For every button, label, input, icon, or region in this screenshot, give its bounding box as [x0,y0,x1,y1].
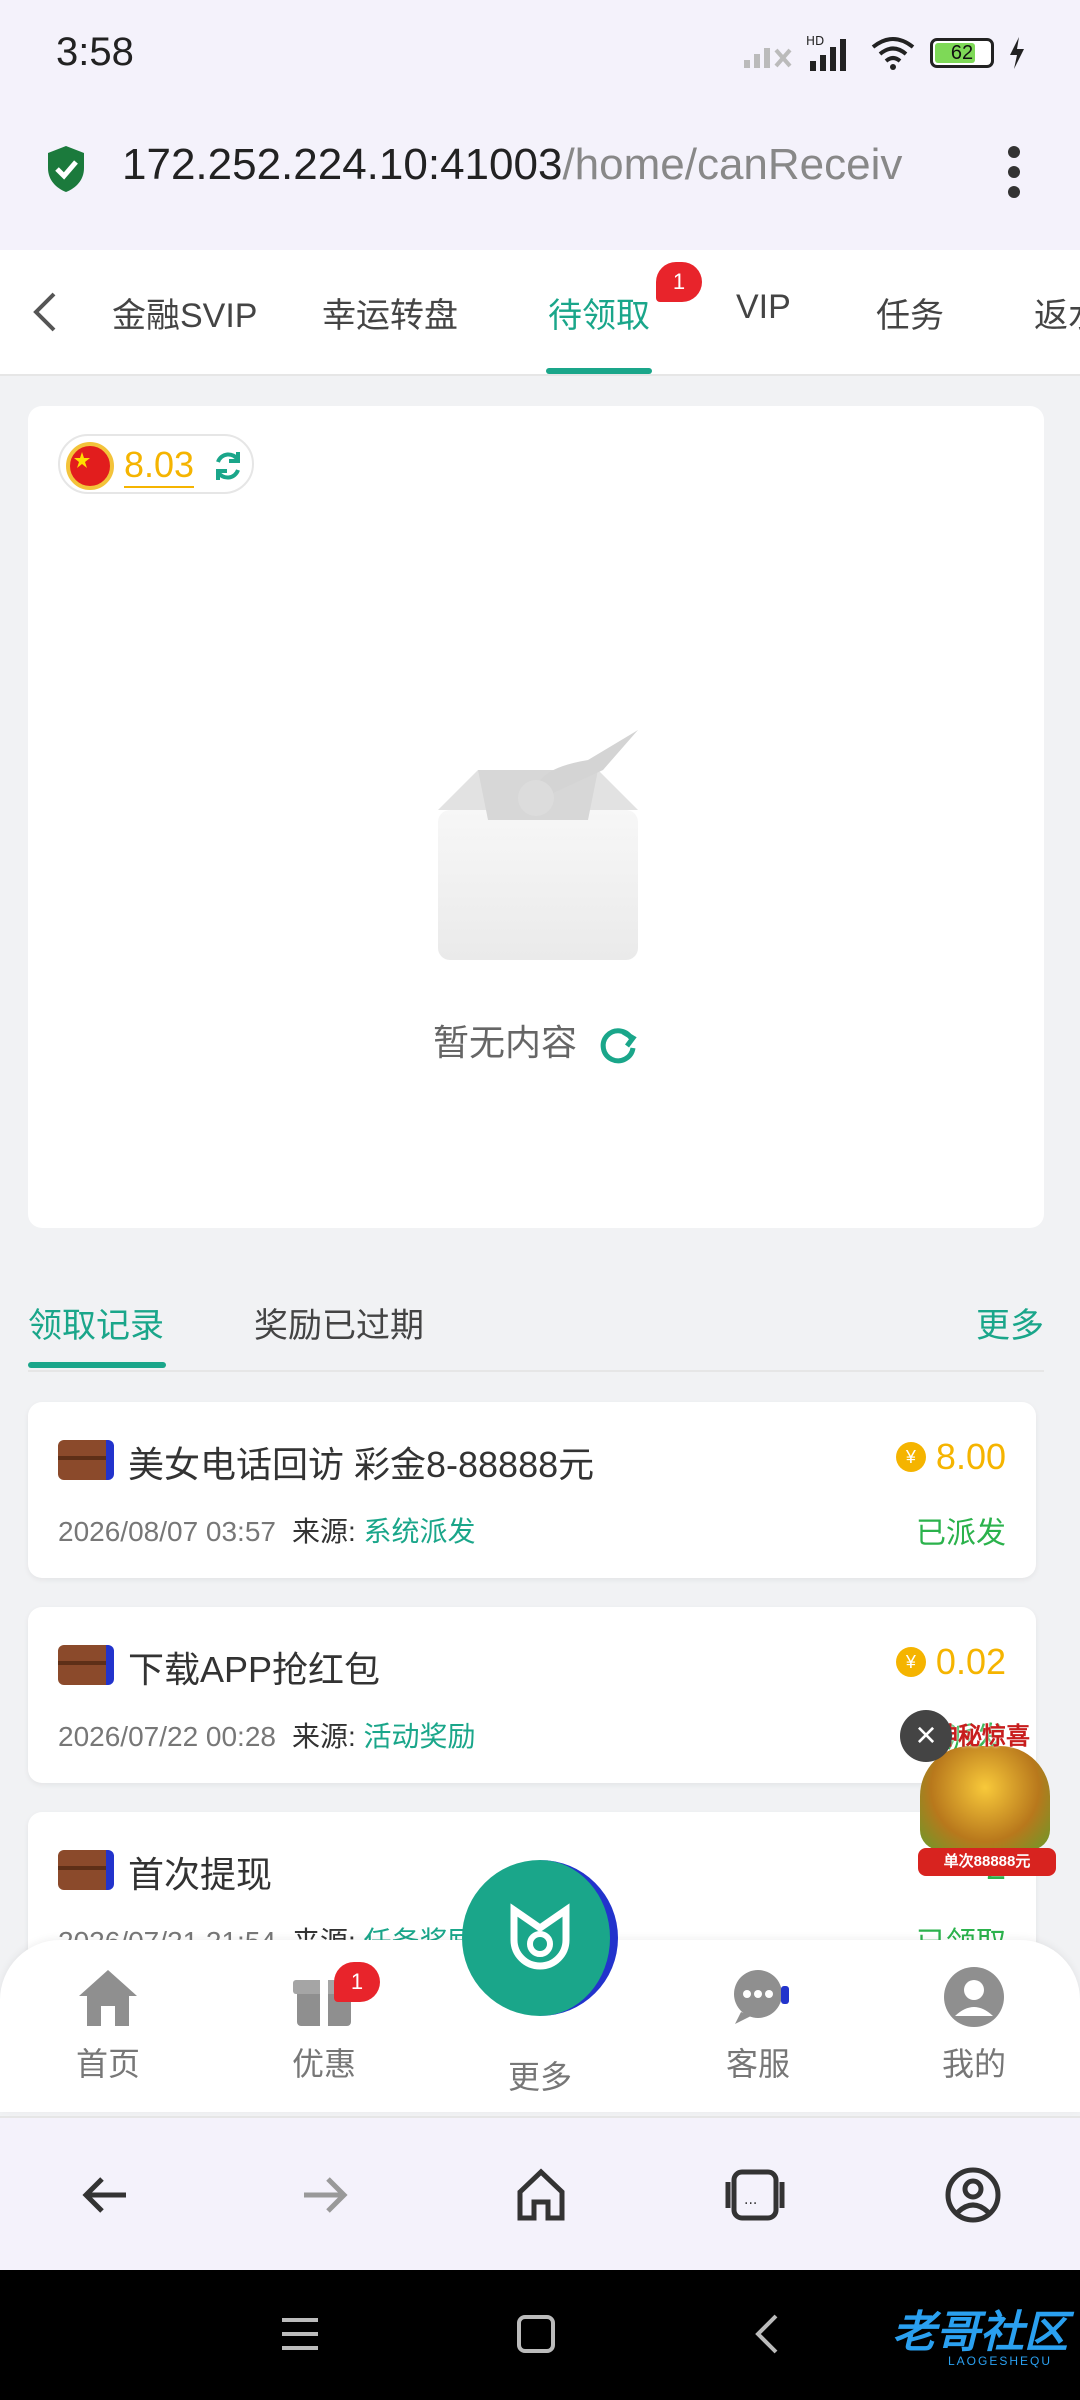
reload-icon[interactable] [597,1024,639,1066]
tab-rebate[interactable]: 返水 [1034,288,1080,337]
back-arrow-icon[interactable] [74,2162,140,2228]
treasure-chest-icon [58,1850,114,1890]
tulip-logo-icon [510,1903,570,1970]
record-source: 系统派发 [363,1516,476,1547]
browser-toolbar: ... [0,2116,1080,2270]
record-title: 下载APP抢红包 [128,1649,381,1690]
signal-off-icon [744,48,792,68]
forward-arrow-icon[interactable] [290,2162,356,2228]
record-item[interactable]: 下载APP抢红包 ¥0.02 2026/07/22 00:28 来源: 活动奖励 … [28,1607,1036,1783]
divider [28,1370,1044,1372]
nav-home[interactable]: 首页 [38,1964,178,2085]
tab-tasks[interactable]: 任务 [876,288,944,337]
record-source-label: 来源: [291,1721,356,1752]
url-path: /home/canReceiv [562,140,903,189]
record-meta: 2026/07/22 00:28 来源: 活动奖励 [58,1715,476,1755]
empty-box-icon [438,730,638,960]
nav-support[interactable]: 客服 [688,1964,828,2085]
more-center-button[interactable] [462,1860,618,2016]
records-header: 领取记录 奖励已过期 更多 [0,1262,1080,1372]
home-square-icon[interactable] [514,2312,558,2356]
balance-amount: 8.03 [124,444,195,488]
home-browser-icon[interactable] [508,2162,574,2228]
promo-float[interactable]: 神秘惊喜 单次88888元 × [900,1710,1060,1880]
nav-offers-badge: 1 [334,1962,380,2002]
status-bar: 3:58 HD 62 [0,0,1080,100]
nav-home-label: 首页 [75,2046,140,2082]
wifi-icon [871,37,915,70]
tab-expired-rewards[interactable]: 奖励已过期 [254,1298,424,1347]
empty-text: 暂无内容 [432,1022,577,1063]
tab-svip[interactable]: 金融SVIP [112,288,257,337]
system-back-icon[interactable] [752,2312,782,2356]
tab-lucky-wheel[interactable]: 幸运转盘 [322,288,458,337]
more-menu-icon[interactable] [1004,144,1024,200]
account-icon[interactable] [940,2162,1006,2228]
nav-profile[interactable]: 我的 [904,1964,1044,2085]
promo-close-button[interactable]: × [900,1710,952,1762]
watermark-subtitle: LAOGESHEQU [947,2354,1052,2368]
nav-more[interactable]: 更多 [470,2048,610,2098]
refresh-balance-icon[interactable] [210,448,246,484]
home-icon [79,1970,137,2026]
tab-pending[interactable]: 待领取 [548,288,650,337]
money-tree-icon [920,1746,1050,1850]
status-time: 3:58 [56,30,134,74]
coin-icon: ¥ [895,1442,926,1472]
tab-active-indicator [546,368,652,374]
signal-hd-icon: HD [806,34,846,71]
record-item[interactable]: 美女电话回访 彩金8-88888元 ¥8.00 2026/08/07 03:57… [28,1402,1036,1578]
record-date: 2026/08/07 03:57 [58,1516,276,1547]
tabs-switcher-icon[interactable]: ... [722,2162,788,2228]
battery-level: 62 [950,42,974,64]
recents-menu-icon[interactable] [278,2314,322,2354]
tabs-back-icon[interactable] [30,290,60,334]
svg-text:HD: HD [806,34,824,48]
url-host: 172.252.224.10:41003 [122,140,563,189]
record-amount: ¥0.02 [895,1641,1006,1683]
record-amount-value: 8.00 [935,1436,1006,1477]
watermark-logo: 老哥社区 [892,2308,1068,2357]
support-chat-icon [734,1970,789,2024]
charging-icon [1010,37,1024,69]
record-title: 美女电话回访 彩金8-88888元 [128,1444,595,1485]
nav-profile-label: 我的 [941,2046,1006,2082]
record-amount: ¥8.00 [895,1436,1006,1478]
svg-text:...: ... [744,2192,757,2208]
record-source-label: 来源: [291,1516,356,1547]
tab-claim-records[interactable]: 领取记录 [28,1298,164,1347]
china-flag-icon [66,442,114,490]
balance-chip: 8.03 [58,434,254,494]
nav-offers[interactable]: 优惠 1 [254,1962,394,2085]
nav-support-label: 客服 [725,2046,790,2082]
treasure-chest-icon [58,1645,114,1685]
tab-pending-badge: 1 [656,262,702,302]
empty-state: 暂无内容 [28,1014,1044,1066]
record-status: 已派发 [916,1517,1006,1550]
promo-subtitle: 单次88888元 [918,1848,1056,1876]
url-field[interactable]: 172.252.224.10:41003/home/canReceiv [122,140,962,190]
treasure-chest-icon [58,1440,114,1480]
nav-offers-label: 优惠 [291,2046,356,2082]
tab-vip[interactable]: VIP [736,288,791,327]
battery-icon: 62 [930,38,994,68]
records-tab-indicator [28,1362,166,1368]
category-tabs: 金融SVIP 幸运转盘 待领取 1 VIP 任务 返水 [0,250,1080,376]
profile-icon [944,1967,1004,2027]
url-bar: 172.252.224.10:41003/home/canReceiv [0,100,1080,250]
more-link[interactable]: 更多 [976,1298,1044,1347]
record-source: 活动奖励 [363,1721,476,1752]
nav-more-label: 更多 [507,2059,572,2095]
record-date: 2026/07/22 00:28 [58,1721,276,1752]
coin-icon: ¥ [895,1647,926,1677]
record-meta: 2026/08/07 03:57 来源: 系统派发 [58,1510,476,1550]
record-title: 首次提现 [128,1854,273,1895]
system-nav-bar: 老哥社区 LAOGESHEQU [0,2270,1080,2400]
record-amount-value: 0.02 [935,1641,1006,1682]
status-icons: HD 62 [742,28,1026,78]
secure-shield-icon[interactable] [44,144,88,194]
pending-card: 8.03 暂无内容 [28,406,1044,1228]
